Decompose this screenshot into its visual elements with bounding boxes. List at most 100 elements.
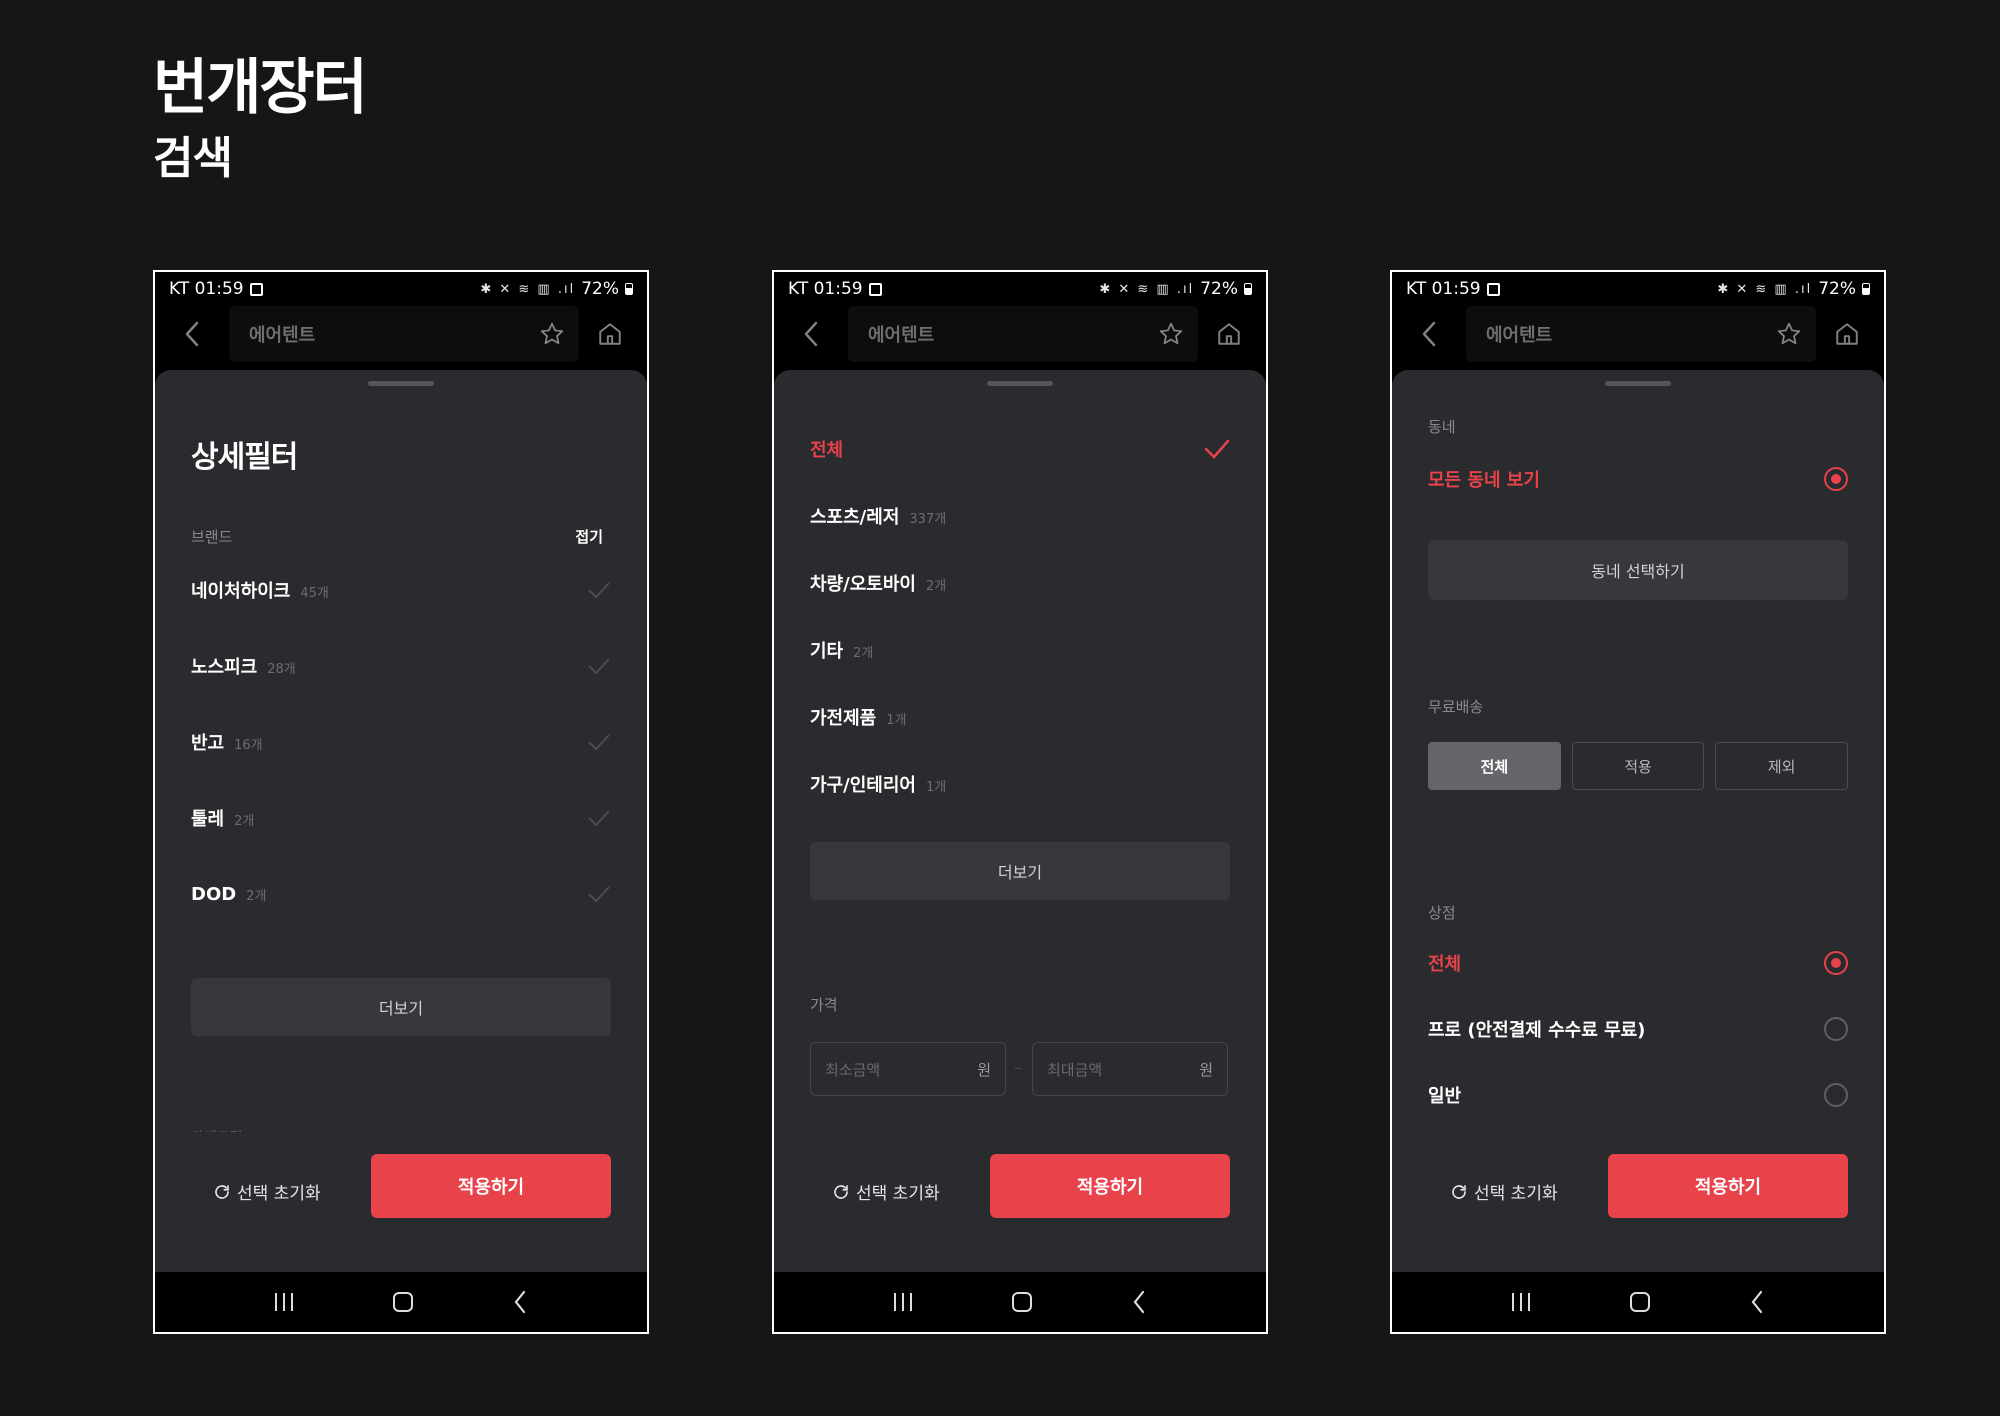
brand-item[interactable]: 노스피크 28개: [191, 628, 611, 704]
top-bar: 에어텐트: [774, 306, 1266, 362]
category-item[interactable]: 스포츠/레저 337개: [810, 482, 1230, 549]
system-home-button[interactable]: [1630, 1292, 1650, 1312]
category-item[interactable]: 기타 2개: [810, 616, 1230, 683]
brand-item[interactable]: 반고 16개: [191, 704, 611, 780]
home-button[interactable]: [579, 306, 641, 362]
select-neighborhood-button[interactable]: 동네 선택하기: [1428, 540, 1848, 600]
store-option[interactable]: 프로 (안전결제 수수료 무료): [1428, 996, 1848, 1062]
store-option-label: 일반: [1428, 1086, 1462, 1107]
home-icon: [1218, 323, 1240, 345]
brand-item[interactable]: 네이처하이크 45개: [191, 552, 611, 628]
page-subtitle: 검색: [153, 133, 233, 184]
top-bar: 에어텐트: [155, 306, 647, 362]
reset-label: 선택 초기화: [1474, 1184, 1558, 1204]
brand-item[interactable]: DOD 2개: [191, 856, 611, 932]
shipping-option-all[interactable]: 전체: [1428, 742, 1561, 790]
category-count: 2개: [925, 578, 947, 594]
brand-name: 네이처하이크: [191, 581, 291, 602]
all-neighborhood-option[interactable]: 모든 동네 보기: [1428, 446, 1848, 512]
gallery-icon: [868, 282, 882, 296]
system-home-button[interactable]: [393, 1292, 413, 1312]
more-button[interactable]: 더보기: [810, 842, 1230, 900]
back-button[interactable]: [774, 306, 848, 362]
system-nav-bar: [155, 1272, 647, 1332]
chevron-left-icon: [804, 321, 818, 347]
more-button[interactable]: 더보기: [191, 978, 611, 1036]
check-icon: [1204, 439, 1230, 459]
price-unit: 원: [977, 1060, 991, 1079]
search-field[interactable]: 에어텐트: [229, 306, 579, 362]
brand-name: DOD: [191, 883, 237, 905]
min-price-placeholder: 최소금액: [825, 1060, 881, 1079]
recent-apps-button[interactable]: [894, 1293, 912, 1311]
sheet-handle[interactable]: [1605, 381, 1671, 386]
store-option[interactable]: 일반: [1428, 1062, 1848, 1128]
system-nav-bar: [1392, 1272, 1884, 1332]
price-section-label: 가격: [810, 996, 838, 1014]
category-name: 가전제품: [810, 707, 877, 729]
reset-label: 선택 초기화: [856, 1184, 940, 1204]
system-back-icon[interactable]: [1750, 1290, 1764, 1314]
free-shipping-section-label: 무료배송: [1428, 698, 1484, 716]
star-icon[interactable]: [1158, 321, 1184, 347]
radio-icon: [1824, 1017, 1848, 1041]
category-item[interactable]: 가구/인테리어 1개: [810, 750, 1230, 817]
sheet-handle[interactable]: [987, 381, 1053, 386]
search-query: 에어텐트: [249, 325, 316, 346]
brand-name: 툴레: [191, 809, 225, 830]
shipping-option-exclude[interactable]: 제외: [1715, 742, 1849, 790]
status-icons: ✱ ✕ ≋ ▥ .ıl: [1099, 281, 1195, 297]
check-icon: [588, 734, 610, 751]
search-field[interactable]: 에어텐트: [1466, 306, 1816, 362]
apply-button[interactable]: 적용하기: [1608, 1154, 1848, 1218]
star-icon[interactable]: [1776, 321, 1802, 347]
reset-button[interactable]: 선택 초기화: [1450, 1179, 1558, 1204]
brand-count: 2개: [234, 814, 255, 829]
min-price-input[interactable]: 최소금액 원: [810, 1042, 1006, 1096]
check-icon: [588, 582, 610, 599]
system-back-icon[interactable]: [1132, 1290, 1146, 1314]
sheet-handle[interactable]: [368, 381, 434, 386]
battery-icon: [1244, 283, 1252, 295]
battery-icon: [625, 283, 633, 295]
brand-name: 노스피크: [191, 657, 258, 678]
back-button[interactable]: [155, 306, 229, 362]
star-icon[interactable]: [539, 321, 565, 347]
back-button[interactable]: [1392, 306, 1466, 362]
apply-button[interactable]: 적용하기: [371, 1154, 611, 1218]
reset-button[interactable]: 선택 초기화: [213, 1179, 321, 1204]
battery-percent: 72%: [1818, 279, 1856, 299]
carrier-time: KT 01:59: [788, 279, 863, 299]
status-bar: KT 01:59 ✱ ✕ ≋ ▥ .ıl 72%: [1392, 272, 1884, 306]
max-price-input[interactable]: 최대금액 원: [1032, 1042, 1228, 1096]
chevron-left-icon: [1422, 321, 1436, 347]
home-icon: [1836, 323, 1858, 345]
brand-item[interactable]: 툴레 2개: [191, 780, 611, 856]
apply-button[interactable]: 적용하기: [990, 1154, 1230, 1218]
max-price-placeholder: 최대금액: [1047, 1060, 1103, 1079]
category-item[interactable]: 차량/오토바이 2개: [810, 549, 1230, 616]
neighborhood-section-label: 동네: [1428, 418, 1456, 436]
shipping-option-apply[interactable]: 적용: [1571, 742, 1705, 790]
radio-icon: [1824, 1083, 1848, 1107]
system-back-icon[interactable]: [513, 1290, 527, 1314]
recent-apps-button[interactable]: [275, 1293, 293, 1311]
category-count: 2개: [853, 645, 874, 661]
store-option[interactable]: 전체: [1428, 930, 1848, 996]
fold-button[interactable]: 접기: [575, 526, 603, 547]
all-neighborhood-label: 모든 동네 보기: [1428, 470, 1540, 491]
category-list: 전체 스포츠/레저 337개 차량/오토바이 2개 기타 2개 가전제품 1개 가구/인…: [810, 415, 1230, 817]
search-field[interactable]: 에어텐트: [848, 306, 1198, 362]
category-item[interactable]: 전체: [810, 415, 1230, 482]
reset-label: 선택 초기화: [237, 1184, 321, 1204]
action-bar: 선택 초기화 적용하기: [774, 1132, 1266, 1272]
category-item[interactable]: 가전제품 1개: [810, 683, 1230, 750]
reset-button[interactable]: 선택 초기화: [832, 1179, 940, 1204]
radio-selected-icon: [1824, 951, 1848, 975]
home-button[interactable]: [1198, 306, 1260, 362]
gallery-icon: [249, 282, 263, 296]
recent-apps-button[interactable]: [1512, 1293, 1530, 1311]
home-button[interactable]: [1816, 306, 1878, 362]
brand-count: 16개: [234, 738, 263, 753]
system-home-button[interactable]: [1012, 1292, 1032, 1312]
